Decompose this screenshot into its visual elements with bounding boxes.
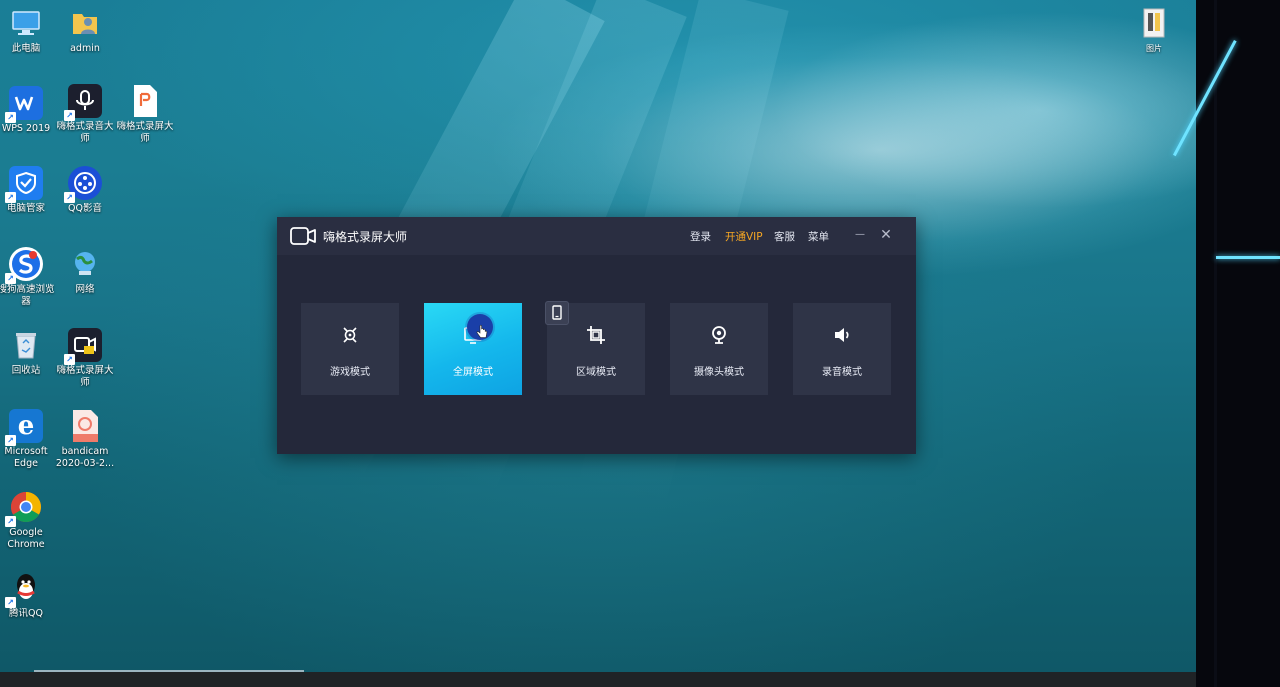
crop-icon [587, 326, 605, 344]
shortcut-arrow-icon: ↗ [64, 192, 75, 203]
mode-label: 区域模式 [576, 367, 616, 378]
audio-recorder-app-icon: ↗ [64, 84, 102, 121]
pdf-file-icon [128, 84, 162, 118]
game-mode-button[interactable]: 游戏模式 [301, 303, 399, 395]
edge-icon: e ↗ [5, 409, 43, 446]
desktop-icon-wps[interactable]: ↗ WPS 2019 [0, 86, 57, 135]
desktop-icon-this-pc[interactable]: 此电脑 [0, 6, 57, 55]
desktop-icon-label: 嗨格式录音大师 [56, 121, 114, 144]
user-folder-icon [68, 6, 102, 40]
desktop-icon-label: 腾讯QQ [9, 608, 43, 619]
desktop-icon-recorder-file[interactable]: 嗨格式录屏大师 [114, 84, 176, 145]
desktop-icon-recycle-bin[interactable]: 回收站 [0, 328, 57, 377]
desktop-icon-sogou[interactable]: ↗ 搜狗高速浏览器 [0, 247, 57, 308]
screen-recorder-window: 嗨格式录屏大师 登录 开通VIP 客服 菜单 — ✕ 游戏模式 全屏模式 区域模… [277, 217, 916, 454]
webcam-icon [712, 326, 726, 344]
desktop-icon-label: 搜狗高速浏览器 [0, 284, 55, 307]
desktop-icon-label: 嗨格式录屏大师 [56, 365, 114, 388]
close-button[interactable]: ✕ [877, 226, 895, 244]
shortcut-arrow-icon: ↗ [5, 192, 16, 203]
title-bar[interactable]: 嗨格式录屏大师 登录 开通VIP 客服 菜单 — ✕ [277, 217, 916, 255]
desktop-icon-qq[interactable]: ↗ 腾讯QQ [0, 571, 57, 620]
desktop-icon-label: 嗨格式录屏大师 [116, 121, 174, 144]
video-camera-logo-icon [290, 227, 316, 245]
desktop-icon-pc-manager[interactable]: ↗ 电脑管家 [0, 166, 57, 215]
shortcut-arrow-icon: ↗ [5, 112, 16, 123]
neon-line [1216, 256, 1280, 259]
shortcut-arrow-icon: ↗ [5, 516, 16, 527]
vip-link[interactable]: 开通VIP [725, 229, 763, 244]
customer-service-link[interactable]: 客服 [774, 229, 795, 244]
desktop-icon-qq-player[interactable]: ↗ QQ影音 [54, 166, 116, 215]
mode-label: 游戏模式 [330, 367, 370, 378]
shortcut-arrow-icon: ↗ [5, 273, 16, 284]
webcam-mode-button[interactable]: 摄像头模式 [670, 303, 768, 395]
audio-mode-button[interactable]: 录音模式 [793, 303, 891, 395]
desktop-icon-label: WPS 2019 [1, 123, 51, 134]
desktop-icon-label: 此电脑 [11, 43, 41, 54]
tablet-icon [552, 305, 562, 320]
screen-bottom-edge [0, 672, 1196, 687]
computer-icon [9, 6, 43, 40]
app-title: 嗨格式录屏大师 [323, 230, 408, 244]
desktop-icon-label: bandicam 2020-03-2... [55, 446, 115, 469]
desktop-icon-network[interactable]: 网络 [54, 247, 116, 296]
desktop-icon-screen-recorder[interactable]: ↗ 嗨格式录屏大师 [54, 328, 116, 389]
desktop-icon-label: Google Chrome [7, 527, 45, 550]
mp4-file-icon [68, 409, 102, 443]
desktop-icon-label: 图片 [1146, 44, 1162, 53]
wps-icon: ↗ [5, 86, 43, 123]
desktop-icon-label: QQ影音 [68, 203, 102, 214]
desktop-icon-label: 网络 [75, 284, 95, 295]
shield-icon: ↗ [5, 166, 43, 203]
dark-side-panel [1172, 0, 1280, 687]
desktop-icon-audio-recorder[interactable]: ↗ 嗨格式录音大师 [54, 84, 116, 145]
desktop-icon-chrome[interactable]: ↗ Google Chrome [0, 490, 57, 551]
network-icon [68, 247, 102, 281]
desktop-icon-bandicam-video[interactable]: bandicam 2020-03-2... [54, 409, 116, 470]
desktop-icon-pictures[interactable]: 图片 [1123, 6, 1185, 55]
desktop-wallpaper: 此电脑 ↗ WPS 2019 ↗ 电脑管家 ↗ 搜狗高速浏览器 回收站 e ↗ [0, 0, 1196, 672]
mode-label: 全屏模式 [453, 367, 493, 378]
menu-link[interactable]: 菜单 [808, 229, 829, 244]
gamepad-icon [343, 327, 357, 343]
mode-label: 摄像头模式 [694, 367, 744, 378]
shortcut-arrow-icon: ↗ [5, 597, 16, 608]
speaker-icon [835, 328, 849, 342]
screen-recorder-app-icon: ↗ [64, 328, 102, 365]
minimize-button[interactable]: — [851, 226, 869, 244]
shortcut-arrow-icon: ↗ [64, 354, 75, 365]
qq-player-icon: ↗ [64, 166, 102, 203]
recycle-bin-icon [9, 328, 43, 362]
desktop-icon-admin[interactable]: admin [54, 6, 116, 55]
qq-icon: ↗ [5, 571, 43, 608]
desktop-icon-label: Microsoft Edge [4, 446, 48, 469]
desktop-icon-edge[interactable]: e ↗ Microsoft Edge [0, 409, 57, 470]
desktop-icon-label: 回收站 [11, 365, 41, 376]
chrome-icon: ↗ [5, 490, 43, 527]
hand-cursor-icon [476, 325, 488, 338]
login-link[interactable]: 登录 [690, 229, 711, 244]
sogou-browser-icon: ↗ [5, 247, 43, 284]
desktop-icon-label: admin [70, 43, 100, 54]
shortcut-arrow-icon: ↗ [64, 110, 75, 121]
folder-icon [1137, 6, 1171, 40]
desktop-icon-label: 电脑管家 [6, 203, 45, 214]
tablet-mode-toggle[interactable] [545, 301, 569, 325]
shortcut-arrow-icon: ↗ [5, 435, 16, 446]
mode-label: 录音模式 [822, 367, 862, 378]
